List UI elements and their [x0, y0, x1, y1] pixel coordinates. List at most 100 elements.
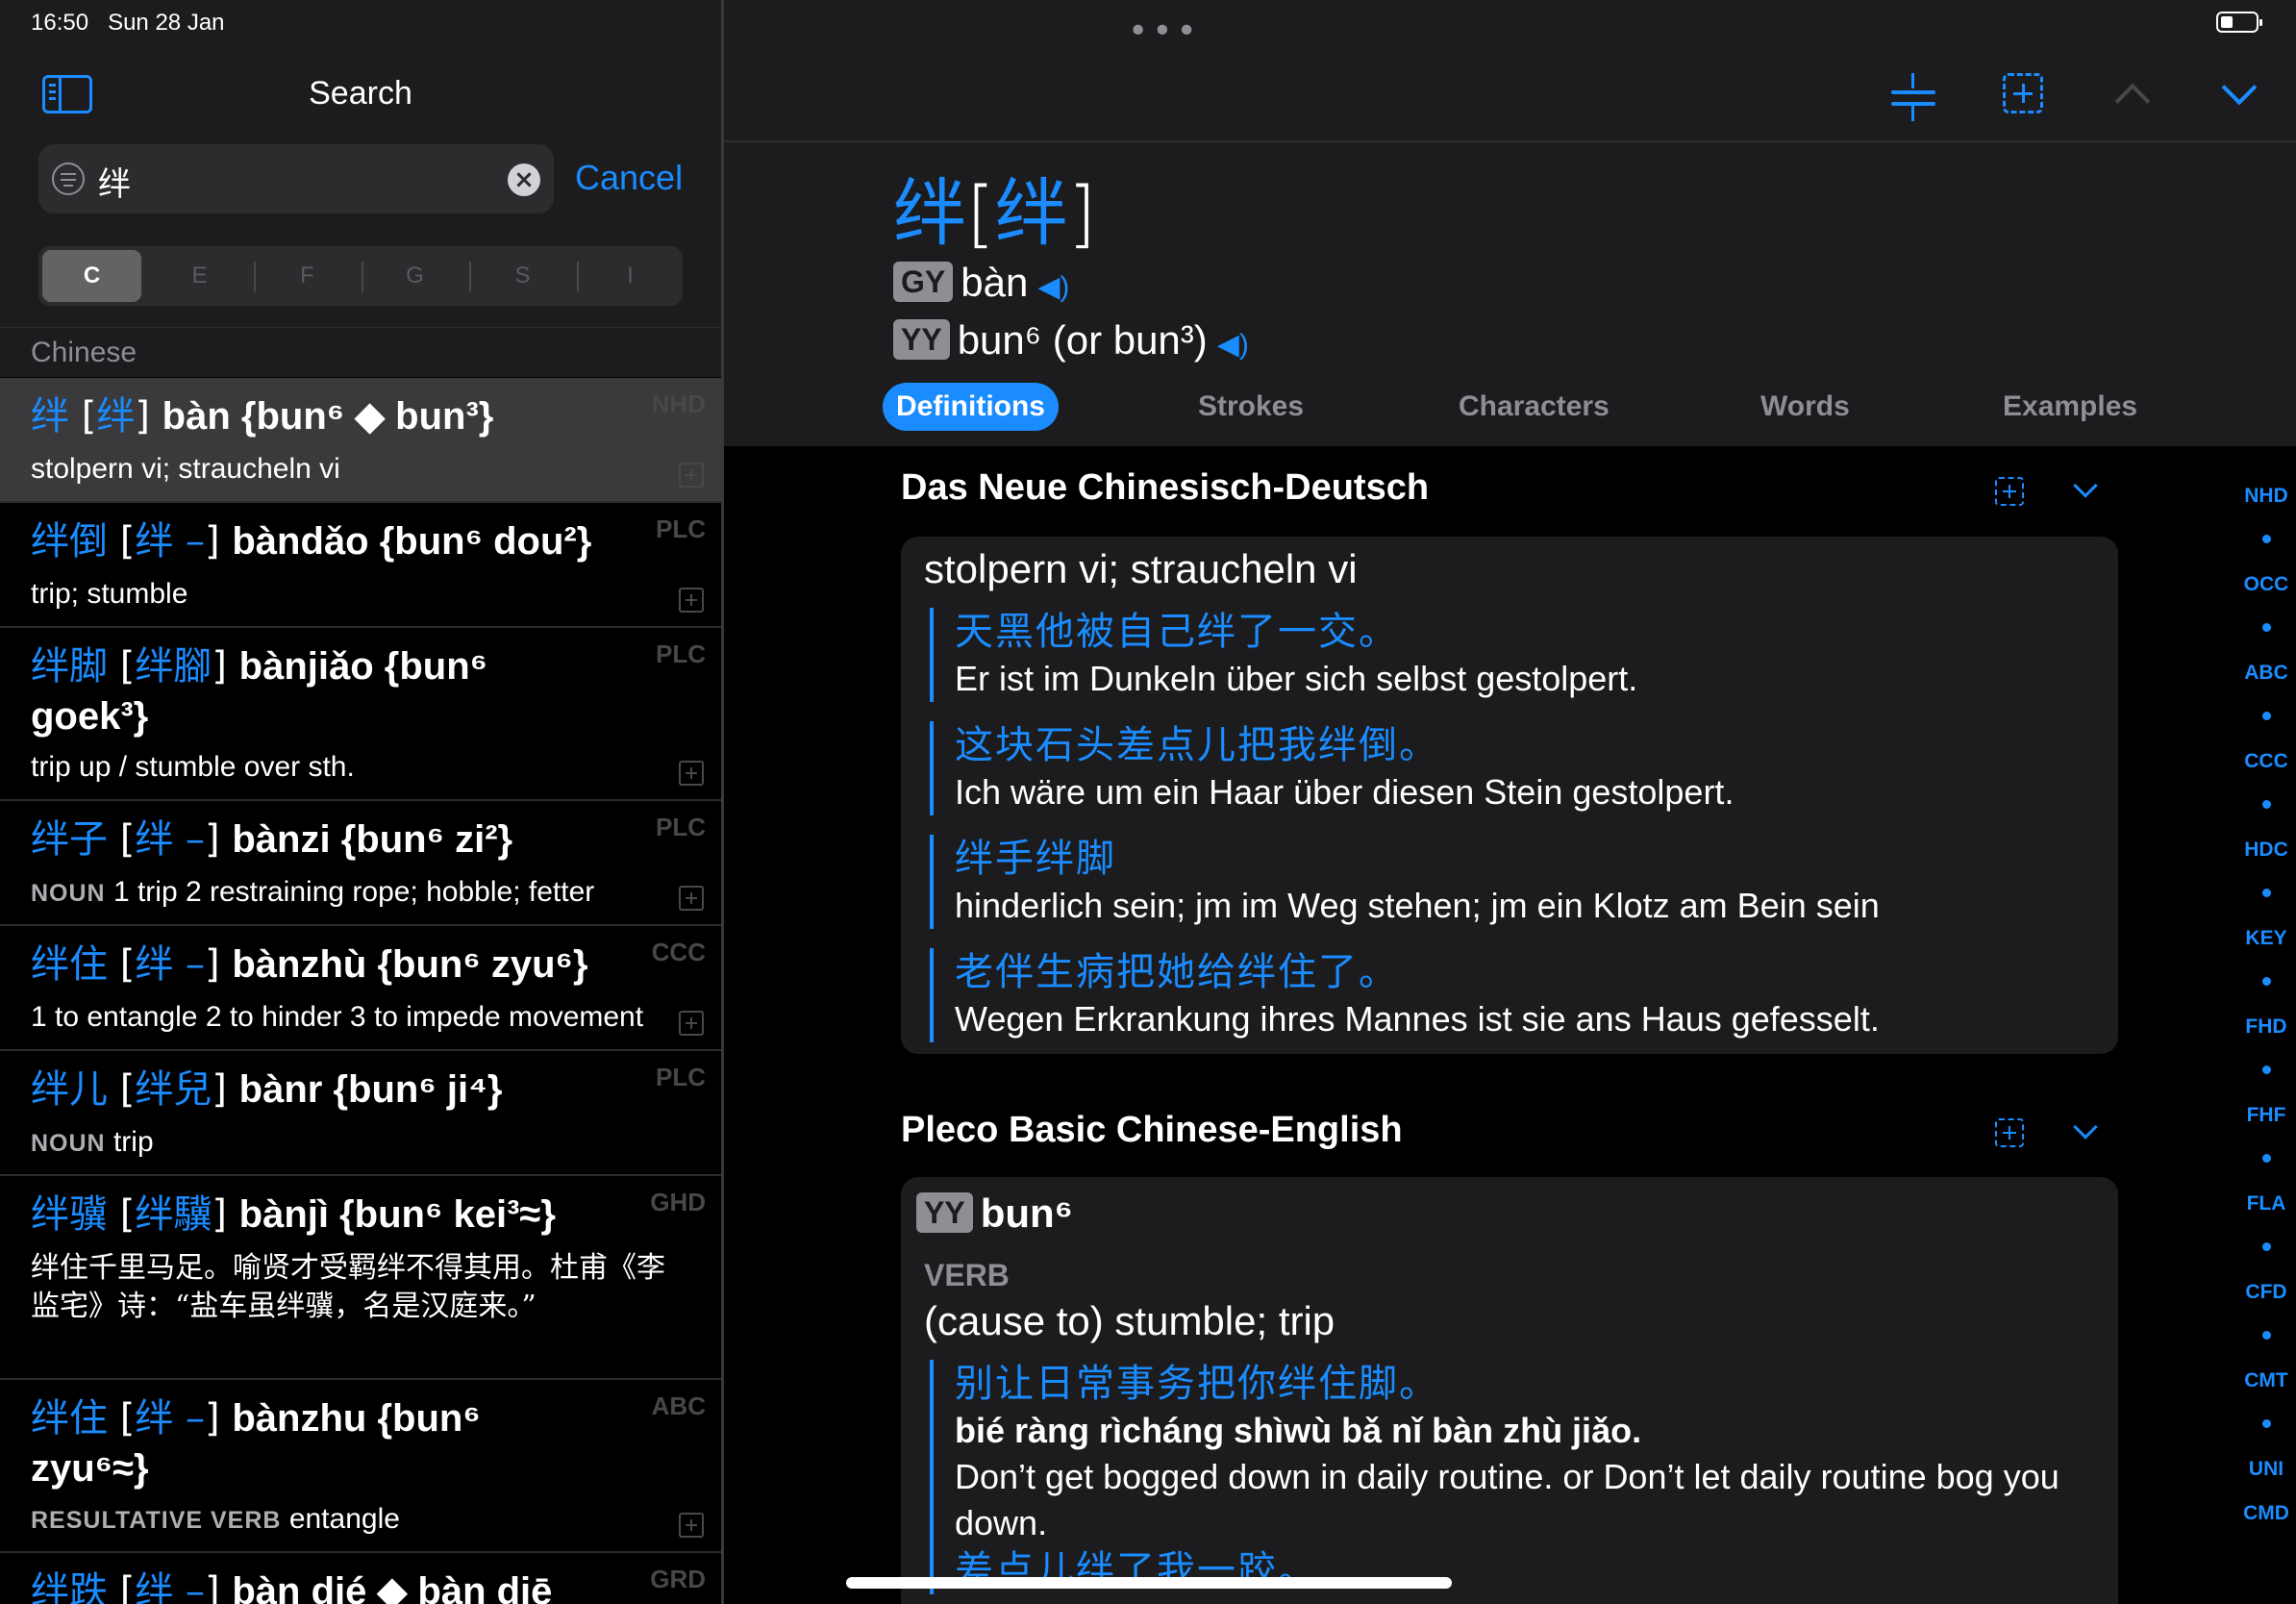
speaker-icon[interactable]: ◀)	[1217, 329, 1249, 361]
pron-yy: YY bun⁶ (or bun³) ◀)	[893, 317, 1249, 363]
add-flashcard-icon[interactable]	[679, 588, 704, 613]
result-row[interactable]: 绊跌 [绊 –] bàn dié ◆ bàn diē GRD	[0, 1553, 721, 1604]
index-key[interactable]: KEY	[2239, 927, 2293, 950]
index-cfd[interactable]: CFD	[2239, 1281, 2293, 1304]
result-dict-tag: ABC	[651, 1391, 706, 1420]
result-row[interactable]: 绊骥 [绊驥] bànjì {bun⁶ kei³≈} 绊住千里马足。喻贤才受羁绊…	[0, 1176, 721, 1380]
result-headword: 绊住 [绊 –] bànzhu {bun⁶ zyu⁶≈}	[31, 1396, 481, 1490]
filter-icon[interactable]	[52, 163, 85, 195]
dict-collapse-chevron-icon[interactable]	[2073, 473, 2098, 498]
segment-i[interactable]: I	[581, 250, 680, 302]
segment-s[interactable]: S	[473, 250, 572, 302]
segment-c[interactable]: C	[42, 250, 141, 302]
pron-gy: GY bàn ◀)	[893, 260, 1069, 306]
search-mode-segmented-control: C E F G S I	[38, 246, 683, 306]
result-definition: stolpern vi; straucheln vi	[31, 453, 340, 485]
result-definition: RESULTATIVE VERB entangle	[31, 1503, 400, 1535]
result-headword: 绊儿 [绊兒] bànr {bun⁶ ji⁴}	[31, 1067, 503, 1112]
dict-title: Pleco Basic Chinese-English	[901, 1110, 1403, 1150]
result-definition: trip up / stumble over sth.	[31, 751, 355, 783]
result-row[interactable]: 绊儿 [绊兒] bànr {bun⁶ ji⁴} NOUN trip PLC	[0, 1051, 721, 1176]
previous-entry-chevron-up-icon[interactable]	[2114, 83, 2151, 119]
add-flashcard-icon[interactable]	[679, 1011, 704, 1036]
result-dict-tag: GRD	[650, 1565, 706, 1593]
segment-f[interactable]: F	[258, 250, 357, 302]
definition-text: (cause to) stumble; trip	[924, 1298, 1335, 1343]
result-headword: 绊脚 [绊腳] bànjiǎo {bun⁶ goek³}	[31, 644, 488, 738]
dict-title: Das Neue Chinesisch-Deutsch	[901, 467, 1430, 508]
example: 这块石头差点儿把我绊倒。 Ich wäre um ein Haar über d…	[930, 721, 2084, 815]
search-query[interactable]: 绊	[98, 158, 131, 205]
example: 天黑他被自己绊了一交。 Er ist im Dunkeln über sich …	[930, 608, 2084, 702]
clear-icon[interactable]: ×	[508, 163, 540, 196]
add-flashcard-icon[interactable]	[679, 463, 704, 488]
next-entry-chevron-down-icon[interactable]	[2221, 69, 2258, 106]
add-flashcard-icon[interactable]	[679, 886, 704, 911]
index-fla[interactable]: FLA	[2239, 1192, 2293, 1216]
result-dict-tag: NHD	[651, 389, 706, 418]
index-occ[interactable]: OCC	[2239, 573, 2293, 596]
result-row[interactable]: 绊住 [绊 –] bànzhù {bun⁶ zyu⁶} 1 to entangl…	[0, 926, 721, 1051]
result-headword: 绊骥 [绊驥] bànjì {bun⁶ kei³≈}	[31, 1192, 556, 1237]
pron-yy: YY bun⁶	[916, 1190, 1073, 1237]
result-row[interactable]: 绊子 [绊 –] bànzi {bun⁶ zi²} NOUN 1 trip 2 …	[0, 801, 721, 926]
dict-add-icon[interactable]	[1995, 477, 2024, 506]
home-indicator[interactable]	[846, 1577, 1452, 1589]
tab-examples[interactable]: Examples	[2003, 383, 2137, 431]
split-view-icon[interactable]	[1889, 67, 1937, 121]
index-fhf[interactable]: FHF	[2239, 1104, 2293, 1127]
index-cmt[interactable]: CMT	[2239, 1369, 2293, 1392]
result-definition: NOUN 1 trip 2 restraining rope; hobble; …	[31, 876, 595, 908]
result-row[interactable]: 绊 [绊] bàn {bun⁶ ◆ bun³} stolpern vi; str…	[0, 378, 721, 503]
segment-e[interactable]: E	[150, 250, 249, 302]
result-dict-tag: PLC	[656, 639, 706, 668]
cancel-button[interactable]: Cancel	[575, 158, 683, 198]
dict-import-icon[interactable]	[1995, 1118, 2024, 1147]
yy-badge: YY	[893, 319, 950, 360]
gy-badge: GY	[893, 262, 954, 302]
tab-strokes[interactable]: Strokes	[1198, 383, 1304, 431]
entry-tabs: Definitions Strokes Characters Words Exa…	[724, 383, 2296, 435]
index-nhd[interactable]: NHD	[2239, 485, 2293, 508]
search-title: Search	[309, 75, 412, 112]
search-pane: 16:50 Sun 28 Jan Search 绊 × Cancel C E F…	[0, 0, 721, 1604]
result-definition: NOUN trip	[31, 1126, 154, 1158]
example: 绊手绊脚 hinderlich sein; jm im Weg stehen; …	[930, 835, 2084, 929]
definition-card: stolpern vi; straucheln vi 天黑他被自己绊了一交。 E…	[901, 537, 2118, 1054]
result-row[interactable]: 绊倒 [绊 –] bàndǎo {bun⁶ dou²} trip; stumbl…	[0, 503, 721, 628]
index-ccc[interactable]: CCC	[2239, 750, 2293, 773]
results-section-header: Chinese	[0, 327, 721, 377]
result-headword: 绊住 [绊 –] bànzhù {bun⁶ zyu⁶}	[31, 942, 588, 987]
tab-characters[interactable]: Characters	[1459, 383, 1610, 431]
definition-text: stolpern vi; straucheln vi	[924, 546, 1358, 591]
example: 老伴生病把她给绊住了。 Wegen Erkrankung ihres Manne…	[930, 948, 2084, 1042]
add-flashcard-icon[interactable]	[679, 1513, 704, 1538]
tab-definitions[interactable]: Definitions	[883, 383, 1059, 431]
example: 别让日常事务把你绊住脚。 bié ràng rìcháng shìwù bǎ n…	[930, 1360, 2084, 1594]
entry-pane: ••• 绊[绊] GY bàn ◀) YY bun⁶ (or bun³) ◀) Defi…	[724, 0, 2296, 1604]
result-dict-tag: PLC	[656, 514, 706, 543]
dict-collapse-chevron-icon[interactable]	[2073, 1115, 2098, 1140]
add-to-flashcards-icon[interactable]	[2003, 73, 2043, 113]
result-headword: 绊跌 [绊 –] bàn dié ◆ bàn diē	[31, 1569, 553, 1604]
search-input[interactable]: 绊 ×	[38, 144, 554, 213]
entry-headword: 绊[绊]	[893, 170, 1097, 256]
battery-icon	[2216, 12, 2262, 33]
definition-card: YY bun⁶ VERB (cause to) stumble; trip 别让日…	[901, 1177, 2118, 1604]
result-dict-tag: PLC	[656, 813, 706, 841]
result-definition: trip; stumble	[31, 578, 188, 610]
tab-words[interactable]: Words	[1760, 383, 1850, 431]
speaker-icon[interactable]: ◀)	[1037, 271, 1069, 303]
index-abc[interactable]: ABC	[2239, 662, 2293, 685]
index-uni[interactable]: UNI	[2239, 1458, 2293, 1481]
multitask-dots-icon[interactable]: •••	[1128, 12, 1201, 51]
result-row[interactable]: 绊住 [绊 –] bànzhu {bun⁶ zyu⁶≈} RESULTATIVE …	[0, 1380, 721, 1553]
result-headword: 绊子 [绊 –] bànzi {bun⁶ zi²}	[31, 817, 513, 862]
result-dict-tag: GHD	[650, 1188, 706, 1216]
index-hdc[interactable]: HDC	[2239, 839, 2293, 862]
segment-g[interactable]: G	[365, 250, 464, 302]
result-row[interactable]: 绊脚 [绊腳] bànjiǎo {bun⁶ goek³} trip up / st…	[0, 628, 721, 801]
index-fhd[interactable]: FHD	[2239, 1015, 2293, 1039]
index-cmd[interactable]: CMD	[2239, 1502, 2293, 1525]
add-flashcard-icon[interactable]	[679, 761, 704, 786]
